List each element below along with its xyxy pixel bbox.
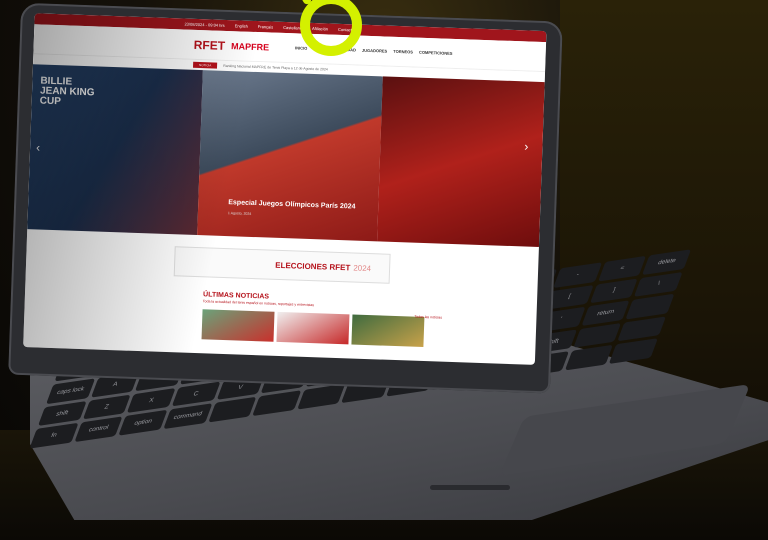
topbar-item[interactable]: Français <box>258 24 274 30</box>
scene: esc1234567890-=deletetabQWERTYUIOP[]\cap… <box>0 0 768 540</box>
nav-item[interactable]: INICIO <box>295 45 307 50</box>
hero-panel-bjk: BILLIE JEAN KING CUP ‹ <box>27 64 203 236</box>
news-thumbnails <box>201 309 537 351</box>
breadcrumb-text[interactable]: Ranking Nacional MAPFRE de Tenis Playa a… <box>223 64 328 72</box>
laptop-notch <box>430 485 510 490</box>
keyboard-key[interactable]: X <box>126 387 176 414</box>
news-thumbnail[interactable] <box>351 314 425 348</box>
topbar-item[interactable]: English <box>235 23 248 28</box>
banner-label: ELECCIONES RFET <box>275 260 351 272</box>
mapfre-logo[interactable]: MAPFRE <box>231 41 269 52</box>
hero-panel-player <box>197 70 383 242</box>
keyboard-key[interactable]: shift <box>37 400 87 427</box>
keyboard-key[interactable]: return <box>581 300 630 326</box>
keyboard-key[interactable]: ] <box>589 278 639 304</box>
chevron-left-icon[interactable]: ‹ <box>36 140 40 154</box>
news-thumbnail[interactable] <box>276 311 350 345</box>
nav-item[interactable]: JUGADORES <box>362 48 388 54</box>
keyboard-key[interactable]: Z <box>82 394 131 420</box>
hero-slider[interactable]: BILLIE JEAN KING CUP ‹ › Especial Juegos… <box>27 64 545 247</box>
keyboard-key[interactable] <box>572 322 622 349</box>
hero-panel-team: › <box>377 76 545 247</box>
laptop-lid: 23/08/2024 - 09:04 hrs English Français Cas… <box>8 2 563 394</box>
elections-banner[interactable]: ELECCIONES RFET 2024 <box>173 246 391 284</box>
topbar-item[interactable]: 23/08/2024 - 09:04 hrs <box>184 21 224 27</box>
chevron-right-icon[interactable]: › <box>524 139 528 153</box>
website-screen: 23/08/2024 - 09:04 hrs English Français Cas… <box>23 13 547 365</box>
news-thumbnail[interactable] <box>201 309 275 342</box>
keyboard-key[interactable]: C <box>171 381 221 407</box>
rfet-logo[interactable]: RFET <box>194 37 226 52</box>
breadcrumb-tag[interactable]: NOTICIA <box>192 61 218 69</box>
nav-item[interactable]: TORNEOS <box>393 49 413 55</box>
nav-item[interactable]: COMPETICIONES <box>419 50 453 56</box>
keyboard-key[interactable]: caps lock <box>46 378 95 404</box>
banner-year: 2024 <box>353 263 372 273</box>
bjk-brand-text: BILLIE JEAN KING CUP <box>39 75 95 108</box>
hero-date: 1 Agosto, 2024 <box>227 211 252 216</box>
